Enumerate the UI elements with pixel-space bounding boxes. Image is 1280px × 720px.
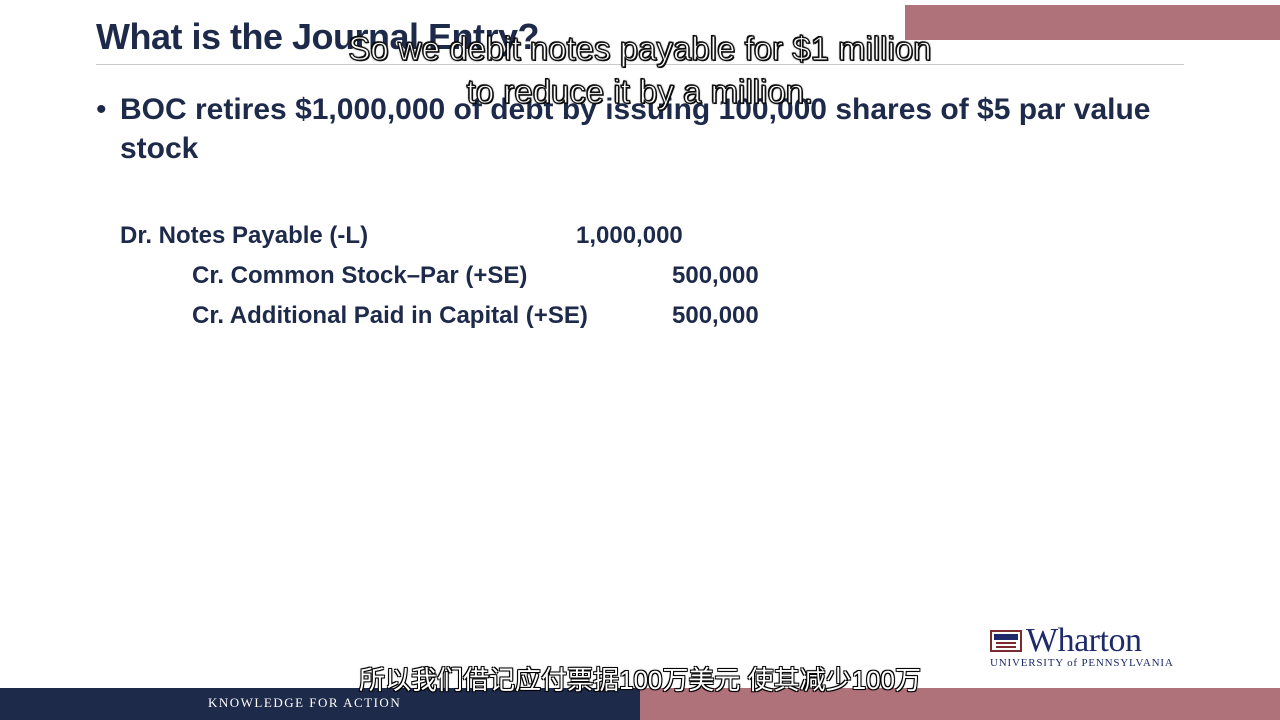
footer-tagline: KNOWLEDGE FOR ACTION — [208, 695, 402, 710]
journal-amount: 500,000 — [672, 302, 759, 329]
chinese-subtitle: 所以我们借记应付票据100万美元 使其减少100万 — [359, 665, 921, 695]
journal-label: Dr. Notes Payable (-L) — [120, 222, 369, 249]
shield-icon — [990, 630, 1022, 652]
journal-amount: 500,000 — [672, 262, 759, 289]
bullet-marker: • — [96, 93, 107, 126]
journal-credit-line: Cr. Common Stock–Par (+SE) 500,000 — [192, 262, 759, 290]
journal-amount: 1,000,000 — [576, 222, 683, 249]
top-accent-bar — [905, 5, 1280, 40]
journal-label: Cr. Additional Paid in Capital (+SE) — [192, 302, 588, 329]
logo-wordmark: Wharton — [1026, 622, 1142, 659]
wharton-logo: Wharton UNIVERSITY of PENNSYLVANIA — [990, 622, 1195, 673]
logo-subtitle: UNIVERSITY of PENNSYLVANIA — [990, 657, 1174, 669]
journal-debit-line: Dr. Notes Payable (-L) 1,000,000 — [120, 222, 683, 250]
journal-credit-line: Cr. Additional Paid in Capital (+SE) 500… — [192, 302, 759, 330]
journal-label: Cr. Common Stock–Par (+SE) — [192, 262, 528, 289]
english-subtitle: So we debit notes payable for $1 million… — [348, 29, 933, 110]
